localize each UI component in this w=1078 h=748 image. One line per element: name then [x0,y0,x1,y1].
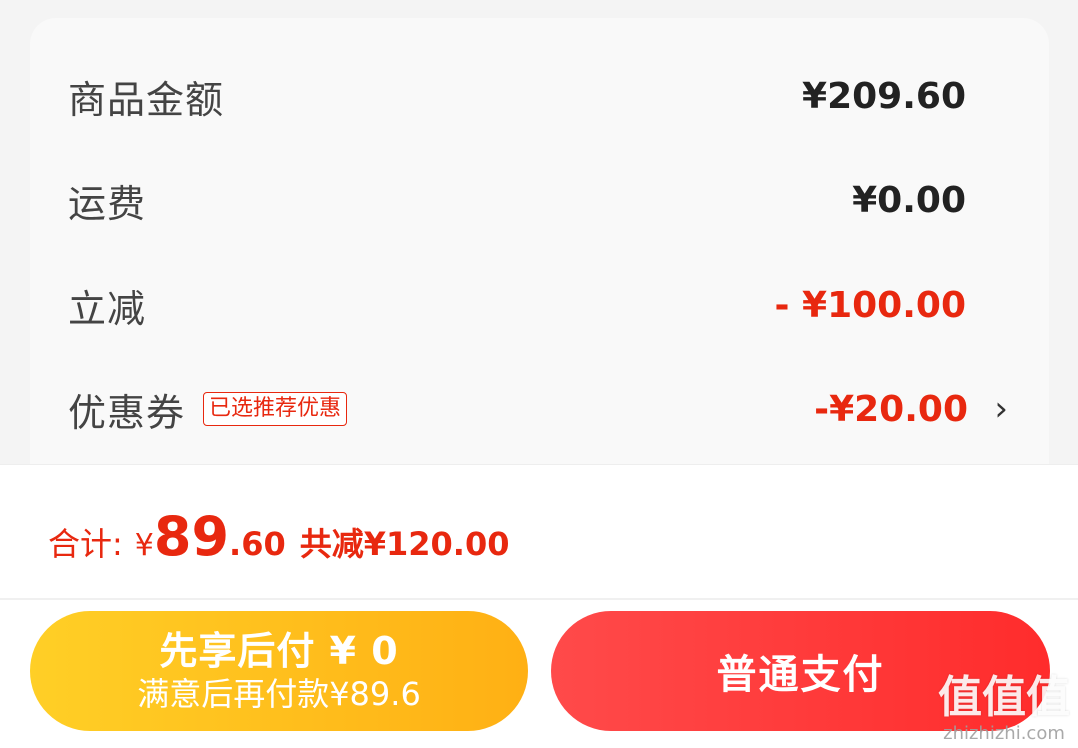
chevron-right-icon[interactable]: › [994,379,1008,439]
instant-discount-value: - ¥100.00 [774,284,966,326]
watermark-logo: 值值值 [938,672,1070,723]
coupon-value: -¥20.00 [814,388,968,430]
row-goods-amount: 商品金额 ¥209.60 [68,66,966,126]
coupon-label: 优惠券 [68,390,186,435]
total-integer: 89 [153,505,230,568]
pay-later-button[interactable]: 先享后付 ¥ 0 满意后再付款¥89.6 [30,611,528,731]
goods-amount-label: 商品金额 [68,77,225,122]
watermark: 值值值 zhizhizhi.com [938,672,1070,745]
goods-amount-value: ¥209.60 [802,75,966,117]
total-label: 合计: [48,525,123,563]
total-saved: 共减¥120.00 [299,525,510,563]
row-shipping: 运费 ¥0.00 [68,170,966,230]
pay-later-title: 先享后付 ¥ 0 [159,629,399,673]
row-coupon[interactable]: 优惠券 已选推荐优惠 -¥20.00 [68,379,968,439]
pay-later-subtitle: 满意后再付款¥89.6 [137,675,421,713]
watermark-url: zhizhizhi.com [943,723,1065,744]
instant-discount-label: 立减 [68,286,147,331]
order-total: 合计: ¥ 89 .60 共减¥120.00 [48,505,510,575]
divider [0,598,1078,600]
normal-pay-label: 普通支付 [716,652,885,698]
checkout-bar: 合计: ¥ 89 .60 共减¥120.00 先享后付 ¥ 0 满意后再付款¥8… [0,464,1078,748]
shipping-value: ¥0.00 [852,179,966,221]
shipping-label: 运费 [68,181,147,226]
row-instant-discount: 立减 - ¥100.00 [68,275,966,335]
total-decimal: .60 [229,525,286,563]
coupon-recommended-tag: 已选推荐优惠 [203,392,348,426]
total-currency: ¥ [134,528,154,563]
